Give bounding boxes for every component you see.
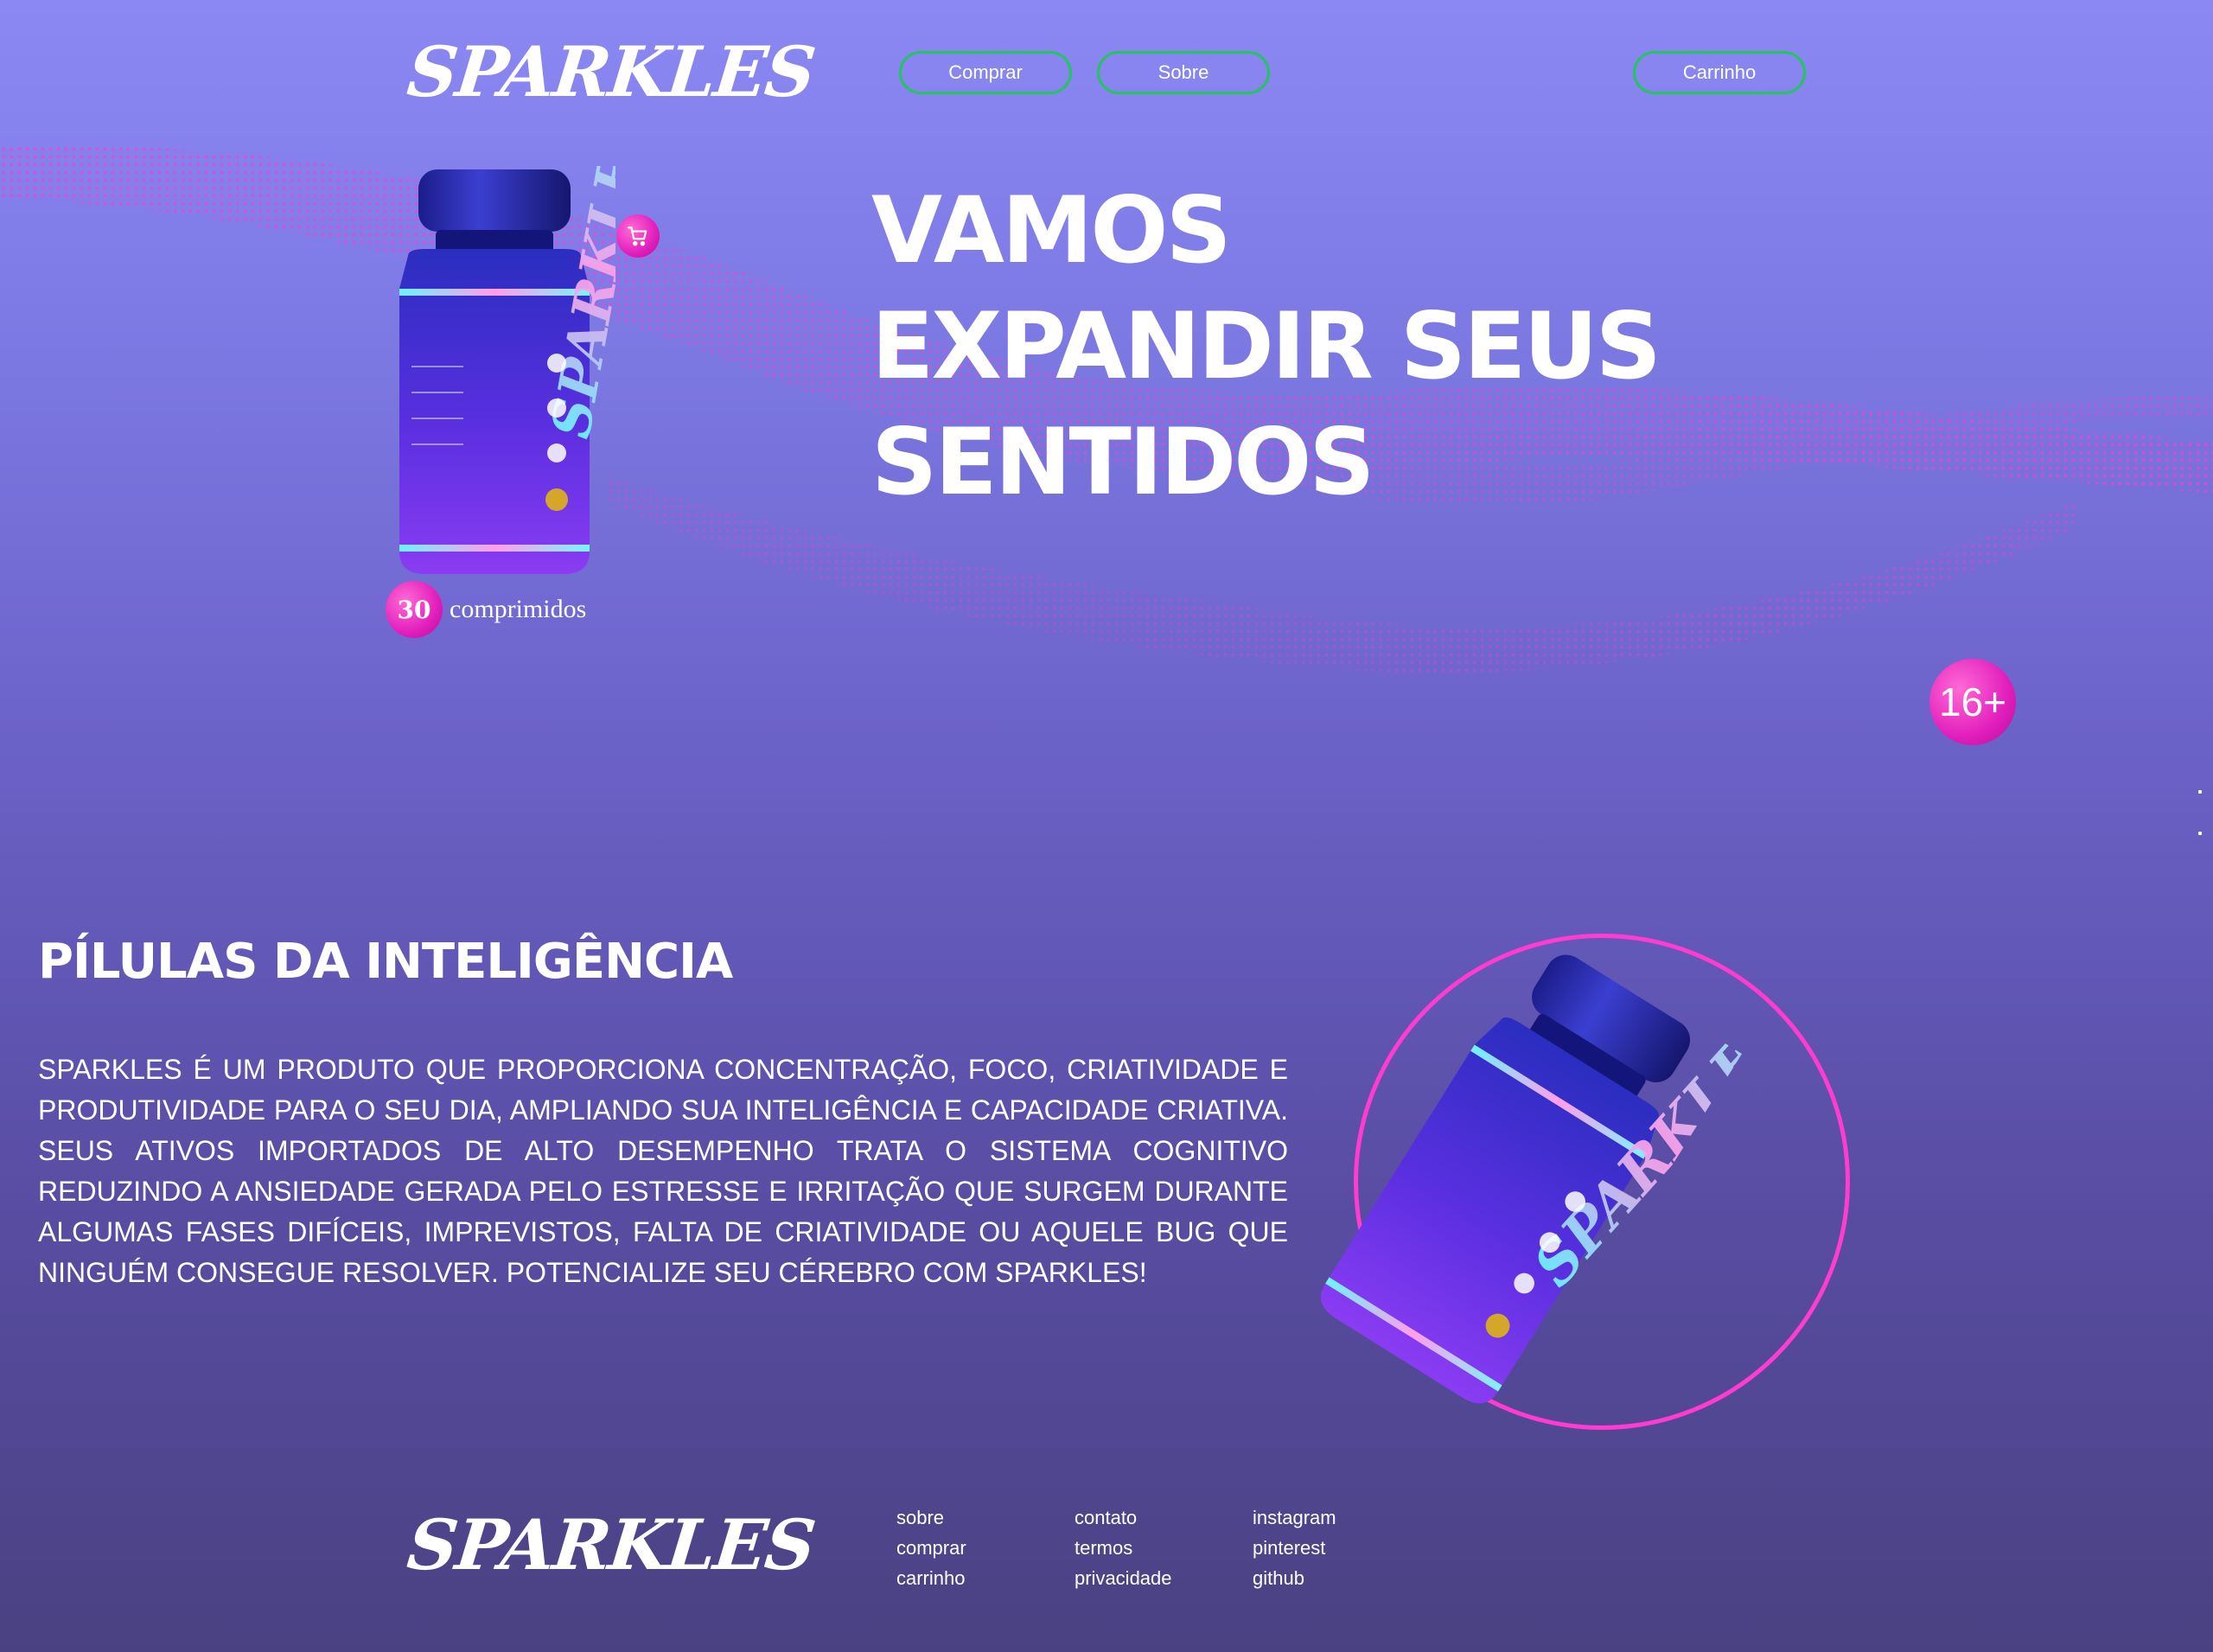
- hero-title-line: VAMOS: [871, 177, 1232, 284]
- footer-logo[interactable]: SPARKLES: [404, 1504, 818, 1585]
- footer-link-privacidade[interactable]: privacidade: [1075, 1566, 1172, 1591]
- hero-title-line: EXPANDIR SEUS: [871, 293, 1661, 399]
- sparkles-logo[interactable]: SPARKLES: [404, 31, 818, 112]
- pill-count-badge: 30: [386, 581, 443, 638]
- footer-link-instagram[interactable]: instagram: [1253, 1505, 1336, 1530]
- shopping-cart-icon: [628, 226, 647, 246]
- footer-link-contato[interactable]: contato: [1075, 1505, 1172, 1530]
- hero-title-line: SENTIDOS: [871, 409, 1375, 515]
- footer-link-github[interactable]: github: [1253, 1566, 1336, 1591]
- carrinho-button[interactable]: Carrinho: [1633, 51, 1806, 94]
- edge-dot: [2198, 832, 2202, 835]
- footer-link-sobre[interactable]: sobre: [896, 1505, 966, 1530]
- footer-link-termos[interactable]: termos: [1075, 1535, 1172, 1560]
- comprar-button[interactable]: Comprar: [899, 51, 1072, 94]
- pill-count-label: comprimidos: [450, 595, 587, 623]
- footer-links-column: contato termos privacidade: [1075, 1505, 1172, 1591]
- add-to-cart-button[interactable]: [616, 214, 660, 258]
- footer-link-comprar[interactable]: comprar: [896, 1535, 966, 1560]
- age-rating-badge: 16+: [1929, 659, 2016, 745]
- footer-link-carrinho[interactable]: carrinho: [896, 1566, 966, 1591]
- section-description: SPARKLES É UM PRODUTO QUE PROPORCIONA CO…: [38, 1054, 1288, 1288]
- product-bottle-image: SPARKLES: [399, 166, 615, 574]
- section-title: PÍLULAS DA INTELIGÊNCIA: [38, 934, 733, 990]
- footer-link-pinterest[interactable]: pinterest: [1253, 1535, 1336, 1560]
- hero-title: VAMOS EXPANDIR SEUS SENTIDOS: [871, 173, 1661, 520]
- edge-dot: [2198, 790, 2202, 794]
- footer-links-column: instagram pinterest github: [1253, 1505, 1336, 1591]
- footer-links-column: sobre comprar carrinho: [896, 1505, 966, 1591]
- sobre-button[interactable]: Sobre: [1097, 51, 1270, 94]
